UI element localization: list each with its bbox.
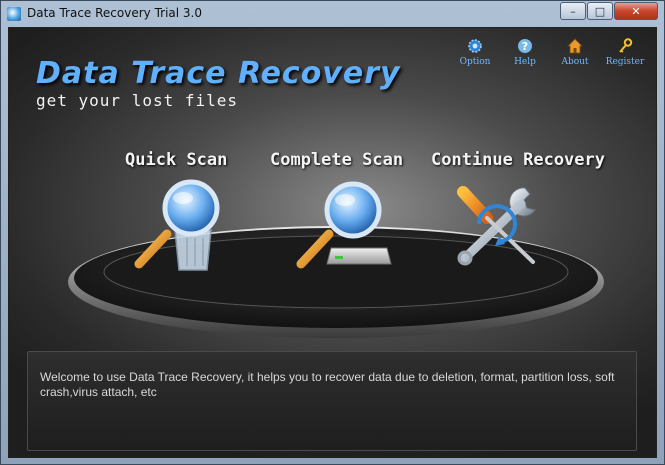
- magnifier-hard-drive-icon[interactable]: [291, 178, 395, 274]
- app-icon: [7, 7, 21, 21]
- window-controls: – □ ✕: [559, 2, 658, 20]
- help-icon: ?: [517, 38, 533, 54]
- logo-title: Data Trace Recovery: [36, 56, 401, 91]
- welcome-message-box: Welcome to use Data Trace Recovery, it h…: [27, 351, 637, 451]
- help-button[interactable]: ? Help: [500, 38, 550, 67]
- title-bar[interactable]: Data Trace Recovery Trial 3.0 – □ ✕: [1, 1, 664, 27]
- continue-recovery-label[interactable]: Continue Recovery: [431, 150, 605, 170]
- option-button[interactable]: Option: [450, 38, 500, 67]
- app-window: Data Trace Recovery Trial 3.0 – □ ✕ Data…: [0, 0, 665, 465]
- svg-text:?: ?: [522, 40, 528, 53]
- logo-subtitle: get your lost files: [36, 91, 239, 110]
- complete-scan-label[interactable]: Complete Scan: [270, 150, 403, 170]
- quick-scan-label[interactable]: Quick Scan: [125, 150, 227, 170]
- window-title: Data Trace Recovery Trial 3.0: [27, 6, 202, 20]
- minimize-button[interactable]: –: [560, 2, 586, 20]
- about-label: About: [561, 57, 589, 67]
- home-icon: [567, 38, 583, 54]
- maximize-button[interactable]: □: [587, 2, 613, 20]
- wrench-screwdriver-icon[interactable]: [449, 178, 549, 274]
- option-label: Option: [459, 57, 491, 67]
- register-label: Register: [605, 57, 645, 67]
- about-button[interactable]: About: [550, 38, 600, 67]
- register-button[interactable]: Register: [600, 38, 650, 67]
- help-label: Help: [514, 57, 536, 67]
- gear-icon: [467, 38, 483, 54]
- close-button[interactable]: ✕: [614, 2, 658, 20]
- key-icon: [617, 38, 633, 54]
- magnifier-recycle-bin-icon[interactable]: [131, 178, 227, 274]
- welcome-message: Welcome to use Data Trace Recovery, it h…: [40, 370, 615, 399]
- main-panel: Data Trace Recovery get your lost files …: [8, 27, 657, 458]
- top-nav: Option ? Help About Register: [450, 38, 650, 67]
